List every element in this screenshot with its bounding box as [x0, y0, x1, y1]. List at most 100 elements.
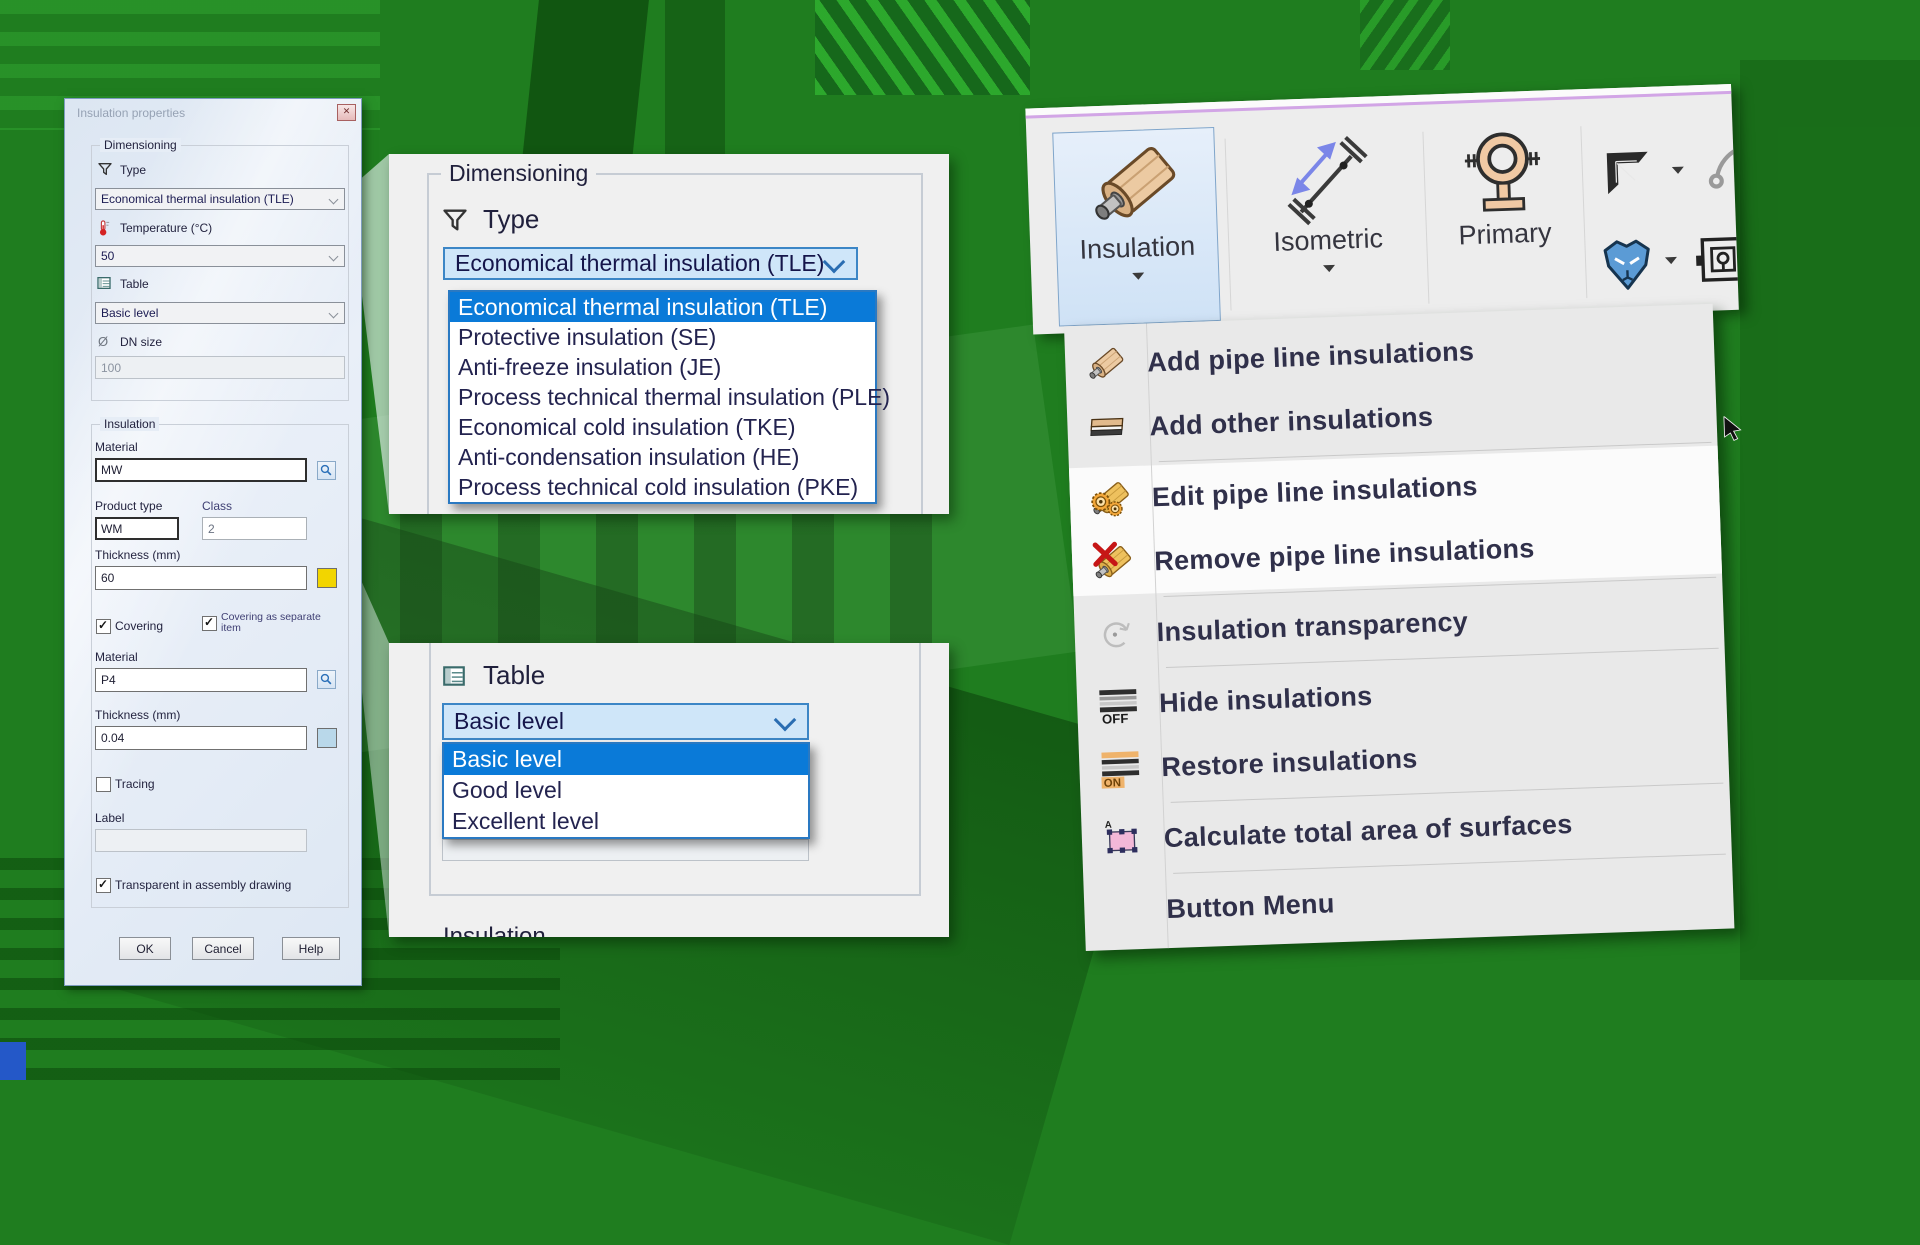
primary-ribbon-button[interactable]: Primary — [1430, 115, 1579, 314]
thermometer-icon — [95, 217, 112, 239]
pipe-support-icon — [1454, 123, 1551, 220]
menu-highlight-block: Edit pipe line insulations Remove pipe l… — [1069, 446, 1722, 597]
dropdown-option[interactable]: Economical cold insulation (TKE) — [450, 412, 875, 442]
restore-on-icon — [1098, 746, 1144, 792]
taskbar-fragment — [0, 1042, 26, 1080]
cancel-button[interactable]: Cancel — [192, 937, 254, 960]
insulation-button-label: Insulation — [1079, 231, 1196, 266]
covering-thickness-color-swatch[interactable] — [317, 728, 337, 748]
hide-off-icon — [1095, 682, 1141, 728]
table-combobox[interactable]: Basic level — [95, 302, 345, 324]
panther-logo-icon[interactable] — [1596, 236, 1658, 292]
calculate-area-icon — [1100, 817, 1146, 863]
covering-separate-checkbox[interactable] — [202, 616, 217, 631]
add-other-insulation-icon — [1086, 405, 1132, 451]
menu-item-label: Add other insulations — [1149, 401, 1434, 442]
isometric-button-label: Isometric — [1273, 223, 1384, 258]
thickness-field[interactable] — [95, 566, 307, 590]
insulation-properties-dialog: Insulation properties ✕ Dimensioning Typ… — [64, 98, 362, 986]
menu-item-label: Button Menu — [1166, 888, 1335, 925]
clamp-lock-icon[interactable] — [1694, 230, 1739, 288]
add-pipe-insulation-icon — [1084, 341, 1130, 387]
dialog-title: Insulation properties — [77, 106, 185, 120]
table-icon — [441, 663, 467, 689]
class-field[interactable] — [202, 517, 307, 540]
transparent-checkbox-label: Transparent in assembly drawing — [115, 878, 291, 892]
menu-item-label: Restore insulations — [1161, 743, 1418, 783]
chevron-down-icon — [329, 252, 339, 262]
type-label-magnified: Type — [483, 204, 539, 235]
hook-tool-icon[interactable] — [1691, 142, 1739, 206]
table-dropdown-list: Basic level Good level Excellent level — [442, 742, 810, 839]
type-combobox-magnified[interactable]: Economical thermal insulation (TLE) — [443, 247, 858, 280]
type-combobox-value-magnified: Economical thermal insulation (TLE) — [455, 250, 824, 277]
menu-item-label: Remove pipe line insulations — [1154, 533, 1535, 577]
edit-pipe-insulation-icon — [1087, 475, 1135, 523]
type-dropdown-callout-panel: Dimensioning Type Economical thermal ins… — [389, 154, 949, 514]
covering-material-field[interactable] — [95, 668, 307, 692]
menu-item-icon-spacer — [1084, 909, 1166, 912]
dropdown-option[interactable]: Protective insulation (SE) — [450, 322, 875, 352]
covering-separate-checkbox-label: Covering as separate item — [221, 612, 321, 634]
dn-size-field[interactable] — [95, 356, 345, 379]
chevron-down-icon — [774, 708, 797, 731]
material-field[interactable] — [95, 458, 307, 482]
dropdown-option[interactable]: Excellent level — [444, 806, 808, 837]
insulation-icon — [1081, 131, 1189, 239]
mouse-cursor — [1723, 416, 1744, 443]
dropdown-caret-icon[interactable] — [1672, 167, 1684, 174]
dropdown-option[interactable]: Process technical thermal insulation (PL… — [450, 382, 875, 412]
dropdown-option[interactable]: Process technical cold insulation (PKE) — [450, 472, 875, 502]
ok-button[interactable]: OK — [119, 937, 171, 960]
thickness-label: Thickness (mm) — [95, 548, 180, 562]
chevron-down-icon — [329, 309, 339, 319]
table-combobox-value: Basic level — [101, 306, 158, 320]
chevron-down-icon — [823, 250, 846, 273]
help-button[interactable]: Help — [282, 937, 340, 960]
dropdown-option[interactable]: Anti-freeze insulation (JE) — [450, 352, 875, 382]
isometric-ribbon-button[interactable]: Isometric — [1238, 120, 1417, 320]
remove-pipe-insulation-icon — [1089, 539, 1137, 587]
dropdown-option[interactable]: Basic level — [444, 744, 808, 775]
covering-thickness-field[interactable] — [95, 726, 307, 750]
type-combobox[interactable]: Economical thermal insulation (TLE) — [95, 188, 345, 210]
insulation-ribbon-button[interactable]: Insulation — [1052, 127, 1221, 327]
dropdown-caret-icon[interactable] — [1665, 257, 1677, 264]
close-icon[interactable]: ✕ — [337, 104, 356, 121]
product-type-field[interactable] — [95, 517, 179, 540]
material-search-button[interactable] — [317, 461, 336, 480]
filter-icon — [441, 206, 469, 234]
label-field[interactable] — [95, 829, 307, 852]
temperature-label: Temperature (°C) — [120, 221, 212, 235]
table-combobox-magnified[interactable]: Basic level — [442, 703, 809, 740]
temperature-combobox[interactable]: 50 — [95, 245, 345, 267]
dimensioning-group-label-magnified: Dimensioning — [441, 160, 596, 187]
ribbon-flyout-panel: Insulation Isometric Primary Ad — [1025, 68, 1761, 974]
dropdown-option[interactable]: Good level — [444, 775, 808, 806]
thickness-color-swatch[interactable] — [317, 568, 337, 588]
ribbon-accent-line — [1026, 91, 1732, 119]
table-dropdown-callout-panel: Table Basic level Basic level Good level… — [389, 643, 949, 937]
isometric-dimension-icon — [1274, 125, 1377, 228]
menu-item-label: Add pipe line insulations — [1147, 336, 1475, 378]
class-label: Class — [202, 499, 232, 513]
menu-item-label: Calculate total area of surfaces — [1163, 808, 1573, 853]
search-icon — [319, 463, 334, 478]
ribbon-bar: Insulation Isometric Primary — [1025, 84, 1738, 335]
covering-checkbox[interactable] — [96, 619, 111, 634]
menu-item[interactable]: Button Menu — [1083, 857, 1734, 944]
dropdown-option[interactable]: Anti-condensation insulation (HE) — [450, 442, 875, 472]
transparent-checkbox[interactable] — [96, 878, 111, 893]
covering-checkbox-label: Covering — [115, 619, 163, 633]
tracing-checkbox[interactable] — [96, 777, 111, 792]
material-label: Material — [95, 440, 138, 454]
search-icon — [319, 672, 334, 687]
menu-item-label: Insulation transparency — [1156, 606, 1468, 648]
clipped-insulation-group-label: Insulation — [443, 923, 546, 937]
support-bracket-icon[interactable] — [1599, 141, 1663, 205]
diameter-icon: Ø — [98, 334, 108, 349]
dn-size-field-magnified[interactable] — [442, 839, 809, 861]
covering-material-search-button[interactable] — [317, 670, 336, 689]
dropdown-option[interactable]: Economical thermal insulation (TLE) — [450, 292, 875, 322]
ribbon-small-tools — [1578, 117, 1739, 312]
